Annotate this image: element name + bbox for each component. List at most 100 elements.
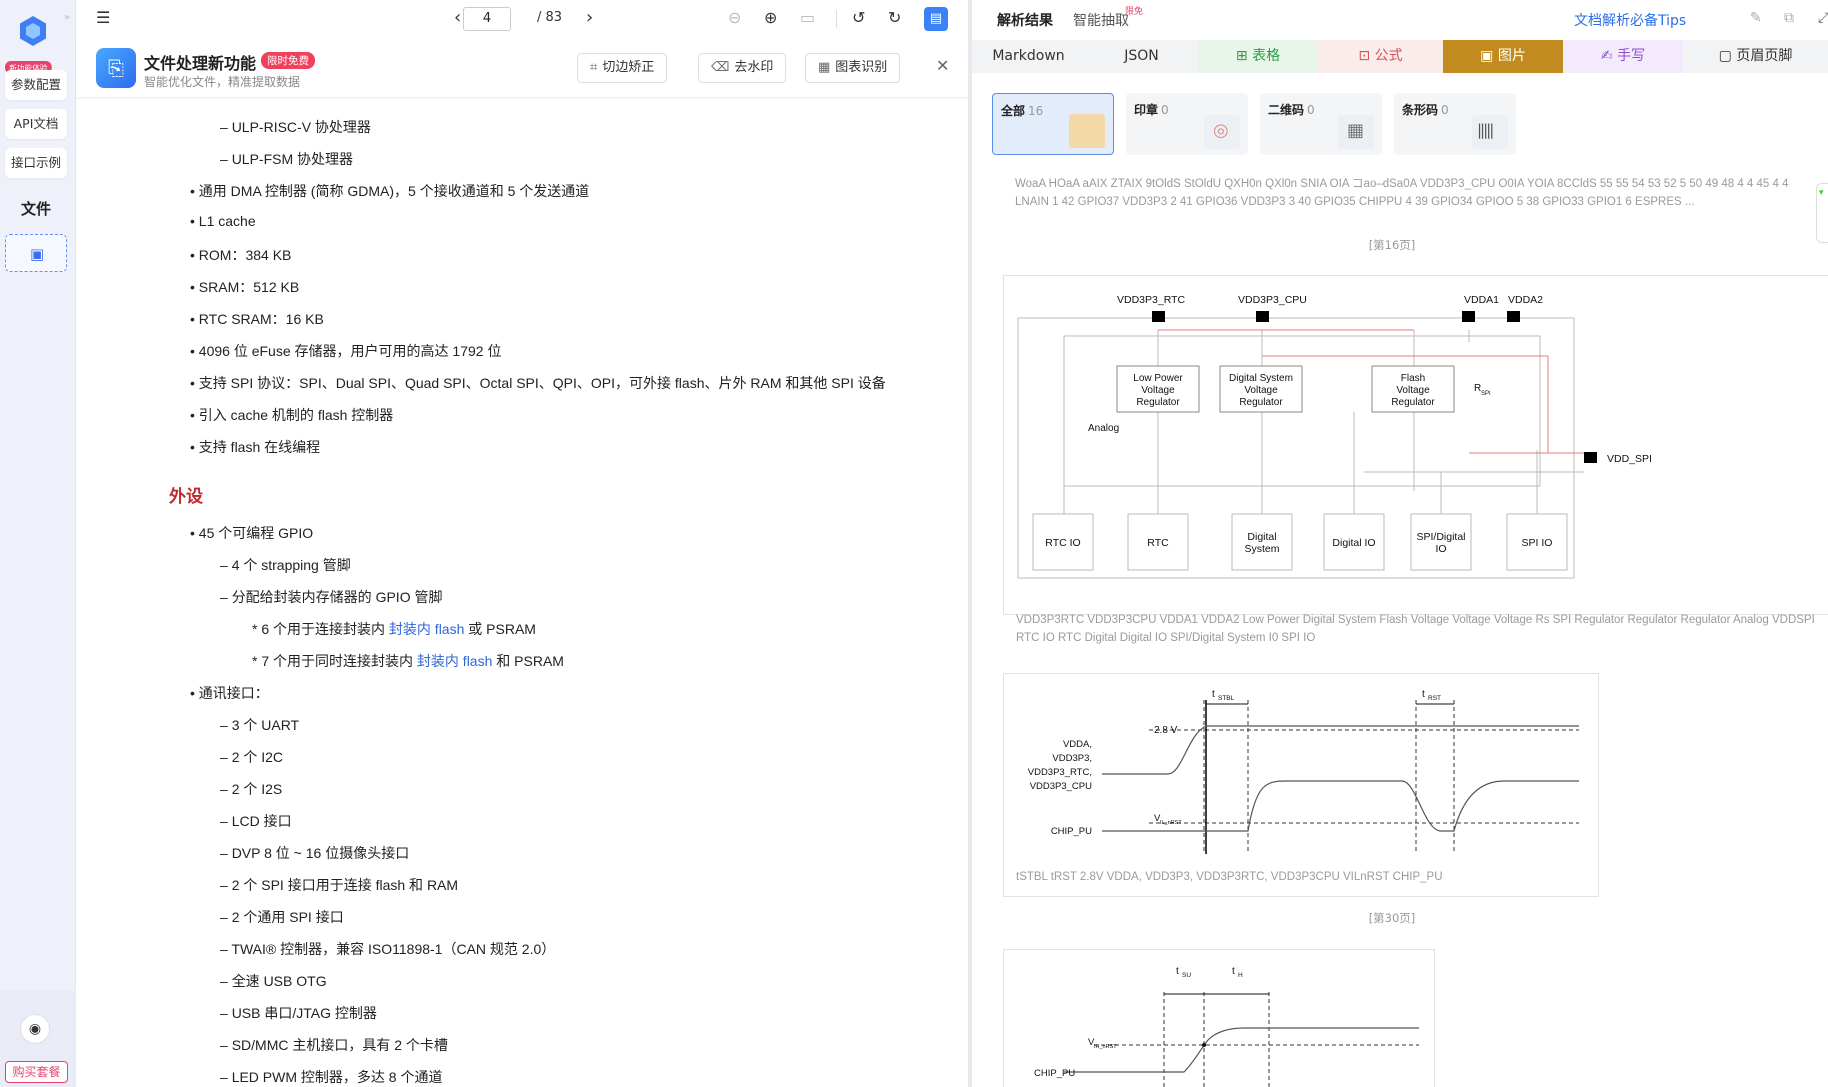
image-ocr-text: VDD3P3RTC VDD3P3CPU VDDA1 VDDA2 Low Powe… [1016, 614, 1815, 644]
api-docs-button[interactable]: API文档 [5, 109, 67, 139]
page-number-input[interactable]: 4 [463, 7, 511, 31]
list-item: • 4096 位 eFuse 存储器，用户可用的高达 1792 位 [190, 343, 502, 359]
collapse-rail-icon[interactable]: » [64, 12, 70, 23]
image-icon: ▣ [1480, 48, 1498, 64]
tab-header-footer[interactable]: ▢ 页眉页脚 [1683, 40, 1828, 73]
link-flash[interactable]: 封装内 flash [389, 621, 464, 637]
block-label: SPI/Digital [1416, 531, 1465, 543]
vih-sub-label: IH_nRST [1094, 1044, 1117, 1050]
th-label: t [1232, 966, 1235, 977]
seal-icon: ◎ [1204, 115, 1240, 149]
regulator-label: Digital System [1229, 373, 1293, 384]
fit-page-icon[interactable]: ▭ [800, 8, 815, 27]
tsu-sub-label: SU [1182, 972, 1191, 979]
list-item: – 2 个通用 SPI 接口 [220, 909, 344, 925]
remove-watermark-button[interactable]: ⌫ 去水印 [698, 53, 787, 83]
param-config-button[interactable]: 参数配置 [5, 70, 67, 100]
signal-label: VDD3P3_CPU [1030, 781, 1092, 792]
list-item: – 3 个 UART [220, 717, 300, 733]
regulator-label: Regulator [1136, 397, 1180, 408]
image-ocr-text: tSTBL tRST 2.8V VDDA, VDD3P3, VDD3P3RTC,… [1016, 871, 1443, 883]
chart-recognition-button[interactable]: ▦ 图表识别 [805, 53, 901, 83]
figure-power-diagram[interactable]: VDD3P3_RTC VDD3P3_CPU VDDA1 VDDA2 VDD_SP… [1003, 275, 1828, 644]
app-logo-icon[interactable] [17, 14, 49, 46]
timing-diagram-svg: t STBL t RST 2.8 V VDDA, VDD3P3, VDD3P3_… [1028, 689, 1579, 854]
outline-list-icon[interactable]: ☰ [96, 8, 110, 27]
viewer-toolbar: ☰ ‹ 4 / 83 › ⊖ ⊕ ▭ ↺ ↻ ▤ [76, 0, 972, 38]
tab-table[interactable]: ⊞ 表格 [1198, 40, 1318, 73]
block-label: System [1244, 543, 1279, 555]
rotate-left-icon[interactable]: ↺ [852, 8, 865, 27]
api-example-button[interactable]: 接口示例 [5, 148, 67, 178]
regulator-label: Low Power [1133, 373, 1183, 384]
prev-page-icon[interactable]: ‹ [454, 7, 461, 28]
buy-package-button[interactable]: 购买套餐 [5, 1061, 68, 1083]
tab-image[interactable]: ▣ 图片 [1443, 40, 1563, 73]
table-icon: ⊞ [1235, 48, 1253, 64]
side-handle[interactable]: ▾ [1816, 183, 1828, 243]
block-label: Digital IO [1332, 537, 1375, 549]
figure-timing-diagram[interactable]: t STBL t RST 2.8 V VDDA, VDD3P3, VDD3P3_… [1003, 673, 1599, 897]
regulator-label: Voltage [1141, 385, 1175, 396]
file-thumbnail[interactable]: ▣ [5, 234, 67, 272]
tab-handwriting-label: 手写 [1617, 48, 1646, 64]
figure-setup-hold-diagram[interactable]: t SU t H V IH_nRST CHIP_PU [1003, 949, 1435, 1087]
next-page-icon[interactable]: › [586, 7, 593, 28]
expand-icon[interactable]: ⤢ [1818, 10, 1828, 26]
page-marker: [第30页] [1368, 911, 1416, 925]
close-icon[interactable]: ✕ [936, 56, 949, 75]
crop-correct-label: 切边矫正 [602, 60, 655, 75]
setup-hold-svg: t SU t H V IH_nRST CHIP_PU [1034, 966, 1419, 1087]
power-diagram-svg: VDD3P3_RTC VDD3P3_CPU VDDA1 VDDA2 VDD_SP… [1017, 294, 1652, 579]
list-item: * 6 个用于连接封装内 封装内 flash 或 PSRAM [252, 621, 536, 637]
signal-label: CHIP_PU [1051, 826, 1092, 837]
section-heading: 外设 [169, 487, 203, 506]
tstbl-label: t [1212, 689, 1215, 700]
tab-json[interactable]: JSON [1085, 40, 1198, 73]
list-item: • 通用 DMA 控制器 (简称 GDMA)，5 个接收通道和 5 个发送通道 [190, 183, 590, 199]
chip-barcode[interactable]: 条形码 0 ||||| [1394, 93, 1516, 155]
edit-icon[interactable]: ✎ [1750, 10, 1762, 26]
block-label: Digital [1247, 531, 1276, 543]
all-images-icon [1069, 114, 1105, 148]
tsu-label: t [1176, 966, 1179, 977]
chip-all[interactable]: 全部 16 [992, 93, 1114, 155]
link-flash[interactable]: 封装内 flash [417, 653, 492, 669]
crop-correct-button[interactable]: ⌗ 切边矫正 [577, 53, 668, 83]
toolbar-divider [836, 10, 837, 28]
list-item: – USB 串口/JTAG 控制器 [220, 1005, 377, 1021]
chip-seal[interactable]: 印章 0 ◎ [1126, 93, 1248, 155]
list-item: – TWAI® 控制器，兼容 ISO11898-1（CAN 规范 2.0） [220, 941, 556, 957]
assistant-avatar-icon[interactable]: ◉ [20, 1014, 50, 1044]
copy-icon[interactable]: ⧉ [1784, 10, 1794, 26]
feature-banner: ⎘ 文件处理新功能 限时免费 智能优化文件，精准提取数据 ⌗ 切边矫正 ⌫ 去水印 … [76, 40, 972, 98]
list-item: – 分配给封装内存储器的 GPIO 管脚 [220, 589, 443, 605]
barcode-icon: ||||| [1472, 115, 1508, 149]
tstbl-sub-label: STBL [1218, 695, 1235, 702]
tab-formula[interactable]: ⊡ 公式 [1318, 40, 1443, 73]
tab-parse-result[interactable]: 解析结果 [997, 10, 1053, 30]
image-ocr-text: WoaA HOaA aAIX ZTAIX 9tOldS StOldU QXH0n… [1015, 178, 1789, 208]
list-item: – 2 个 SPI 接口用于连接 flash 和 RAM [220, 877, 459, 893]
chip-label: 全部 16 [1001, 104, 1044, 118]
chip-qrcode[interactable]: 二维码 0 ▦ [1260, 93, 1382, 155]
block-label: RTC [1147, 537, 1169, 549]
parsing-tips-link[interactable]: 文档解析必备Tips [1574, 10, 1686, 30]
signal-label: VDD3P3_RTC, [1028, 767, 1092, 778]
tab-table-label: 表格 [1252, 48, 1281, 64]
rotate-right-icon[interactable]: ↻ [888, 8, 901, 27]
tab-handwriting[interactable]: ✍ 手写 [1563, 40, 1683, 73]
tab-markdown[interactable]: Markdown [972, 40, 1085, 73]
format-tabs: Markdown JSON ⊞ 表格 ⊡ 公式 ▣ 图片 ✍ 手写 ▢ 页眉页脚 [972, 40, 1828, 73]
view-mode-icon[interactable]: ▤ [924, 7, 948, 31]
document-page: – ULP-RISC-V 协处理器 – ULP-FSM 协处理器 • 通用 DM… [76, 100, 972, 1087]
tab-smart-extract[interactable]: 智能抽取 [1073, 10, 1129, 30]
header-footer-icon: ▢ [1718, 48, 1737, 64]
zoom-out-icon[interactable]: ⊖ [728, 8, 741, 27]
pin-label: VDD3P3_CPU [1238, 294, 1307, 306]
zoom-in-icon[interactable]: ⊕ [764, 8, 777, 27]
trst-label: t [1422, 689, 1425, 700]
trst-sub-label: RST [1428, 695, 1441, 702]
signal-label: VDDA, [1063, 739, 1092, 750]
list-item: • 45 个可编程 GPIO [190, 525, 314, 541]
